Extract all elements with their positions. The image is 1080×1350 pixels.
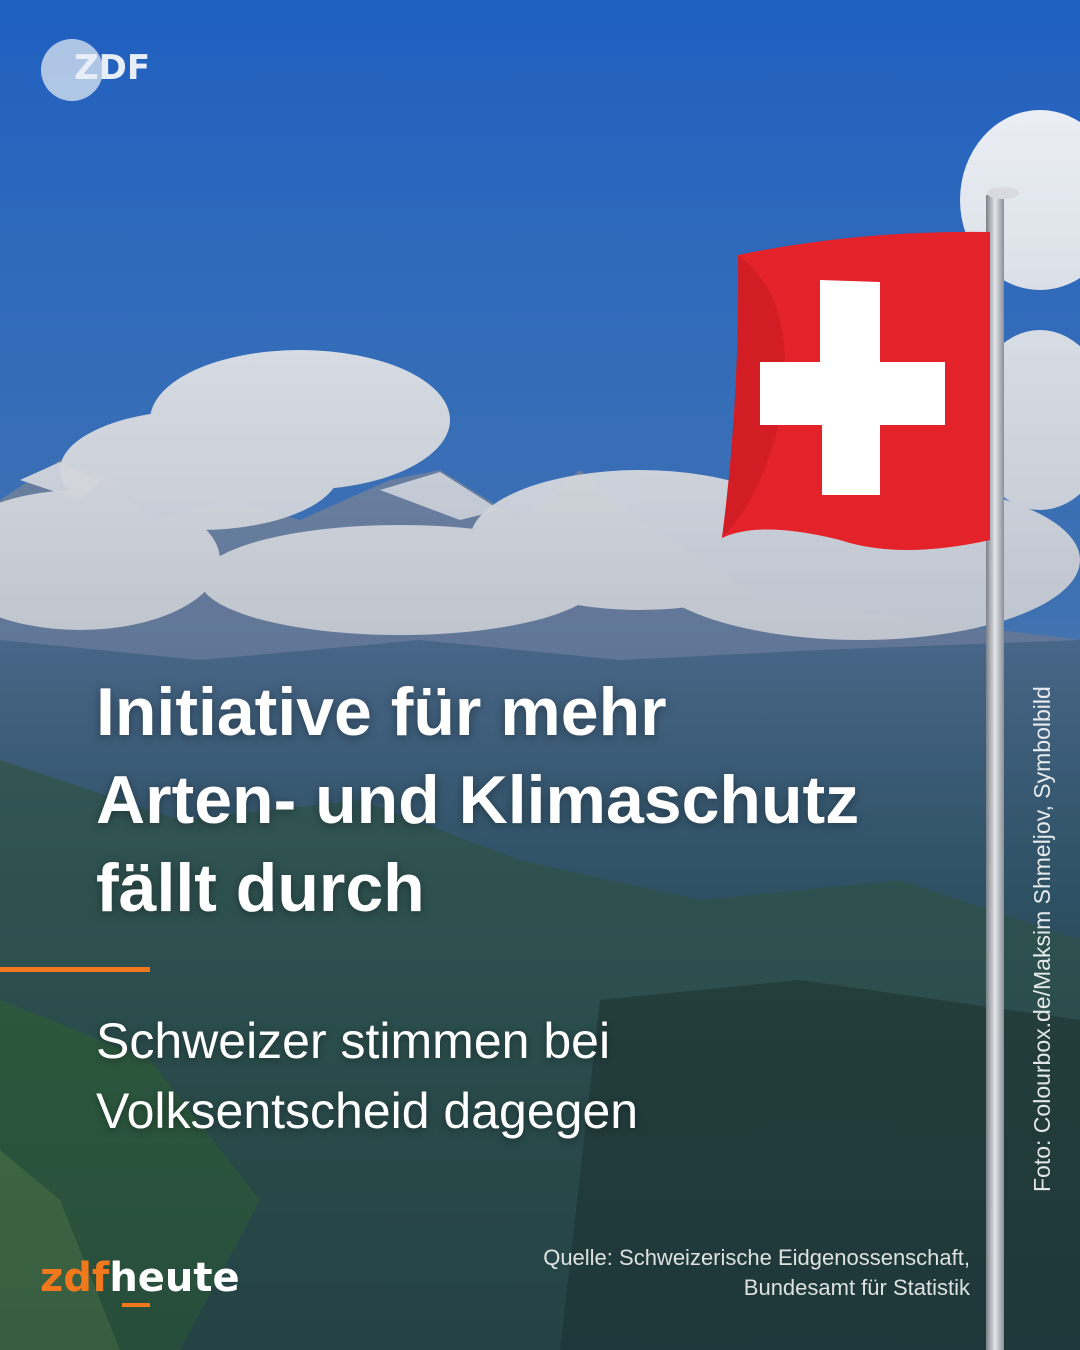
source-line: Bundesamt für Statistik [743, 1275, 970, 1300]
headline-line: Arten- und Klimaschutz [96, 762, 860, 838]
subheadline-line: Schweizer stimmen bei [96, 1013, 611, 1069]
brand-part-heute: heute [109, 1255, 240, 1301]
social-post-card: ZDF Initiative für mehr Arten- und Klima… [0, 0, 1080, 1350]
headline-line: fällt durch [96, 850, 425, 926]
zdf-logo: ZDF [40, 38, 160, 102]
brand-part-zdf: zdf [40, 1255, 110, 1301]
headline-line: Initiative für mehr [96, 674, 667, 750]
zdf-logo-text: ZDF [74, 48, 151, 88]
accent-divider [0, 967, 150, 972]
source-line: Quelle: Schweizerische Eidgenossenschaft… [543, 1245, 970, 1270]
headline: Initiative für mehr Arten- und Klimaschu… [96, 668, 996, 932]
subheadline-line: Volksentscheid dagegen [96, 1083, 639, 1139]
photo-credit: Foto: Colourbox.de/Maksim Shmeljov, Symb… [1029, 686, 1055, 1192]
brand-underline [122, 1303, 150, 1307]
source-note: Quelle: Schweizerische Eidgenossenschaft… [543, 1243, 970, 1303]
subheadline: Schweizer stimmen bei Volksentscheid dag… [96, 1006, 956, 1146]
